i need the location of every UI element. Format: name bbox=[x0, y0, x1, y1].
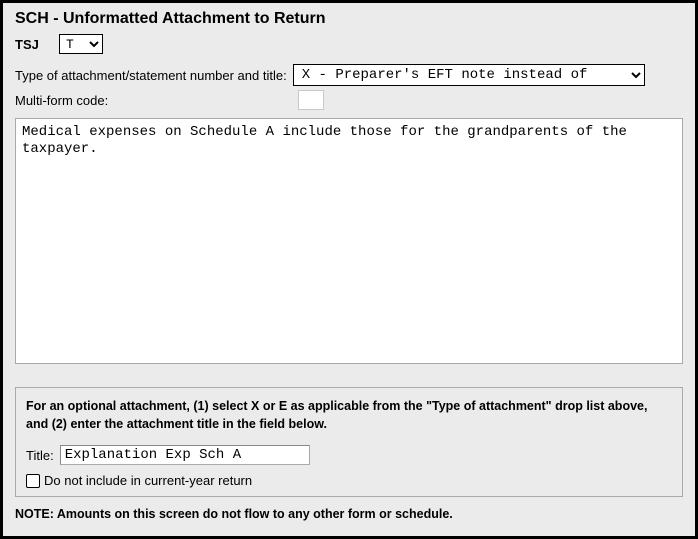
type-label: Type of attachment/statement number and … bbox=[15, 68, 287, 83]
tsj-label: TSJ bbox=[15, 37, 51, 52]
multiform-row: Multi-form code: bbox=[15, 90, 683, 110]
title-row: Title: bbox=[26, 445, 672, 465]
tsj-select[interactable]: T bbox=[59, 34, 103, 54]
optional-attachment-box: For an optional attachment, (1) select X… bbox=[15, 387, 683, 497]
exclude-current-year-label: Do not include in current-year return bbox=[44, 473, 252, 488]
page-title: SCH - Unformatted Attachment to Return bbox=[15, 10, 683, 28]
title-label: Title: bbox=[26, 448, 54, 463]
type-select[interactable]: X - Preparer's EFT note instead of bbox=[293, 64, 645, 86]
multiform-label: Multi-form code: bbox=[15, 93, 108, 108]
optional-instruction: For an optional attachment, (1) select X… bbox=[26, 398, 672, 433]
attachment-body-textarea[interactable]: Medical expenses on Schedule A include t… bbox=[15, 118, 683, 364]
multiform-input[interactable] bbox=[298, 90, 324, 110]
checkbox-row: Do not include in current-year return bbox=[26, 473, 672, 488]
exclude-current-year-checkbox[interactable] bbox=[26, 474, 40, 488]
tsj-row: TSJ T bbox=[15, 34, 683, 54]
form-frame: SCH - Unformatted Attachment to Return T… bbox=[0, 0, 698, 539]
footer-note: NOTE: Amounts on this screen do not flow… bbox=[15, 507, 683, 521]
type-row: Type of attachment/statement number and … bbox=[15, 64, 683, 86]
title-input[interactable] bbox=[60, 445, 310, 465]
